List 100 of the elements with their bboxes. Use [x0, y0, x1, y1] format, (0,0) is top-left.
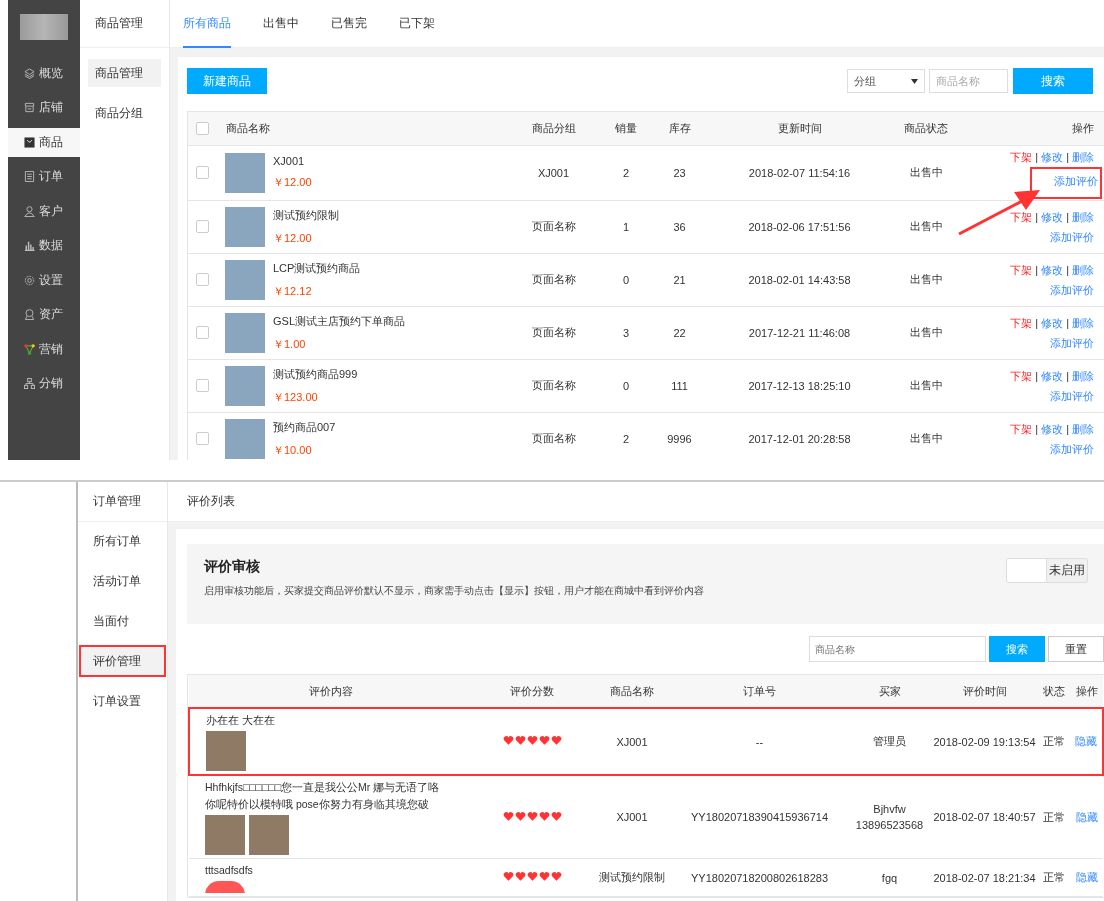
- add-review-link[interactable]: 添加评价: [1050, 389, 1094, 402]
- action-link[interactable]: 修改: [1041, 316, 1064, 329]
- checkbox[interactable]: [195, 220, 209, 234]
- unlist-link[interactable]: 下架: [1010, 316, 1033, 329]
- unlist-link[interactable]: 下架: [1010, 369, 1033, 382]
- heart-icon: [538, 810, 550, 822]
- toggle-switch[interactable]: 未启用: [1006, 558, 1088, 583]
- new-product-button[interactable]: 新建商品: [187, 68, 267, 94]
- gear-icon: [24, 274, 35, 286]
- action-link[interactable]: 修改: [1041, 263, 1064, 276]
- reset-button[interactable]: 重置: [1048, 636, 1104, 662]
- unlist-link[interactable]: 下架: [1010, 210, 1033, 223]
- search-button[interactable]: 搜索: [1013, 68, 1093, 94]
- separator: |: [1035, 210, 1039, 223]
- column-header: 订单号: [743, 684, 776, 697]
- action-link[interactable]: 修改: [1041, 422, 1064, 435]
- add-review-link[interactable]: 添加评价: [1050, 283, 1094, 296]
- action-link[interactable]: 删除: [1072, 316, 1094, 329]
- sidebar-item[interactable]: 概览: [8, 58, 80, 88]
- action-link[interactable]: 修改: [1041, 210, 1064, 223]
- column-header: 买家: [878, 684, 901, 697]
- sidebar-item[interactable]: 订单: [8, 162, 80, 191]
- logo-placeholder: [20, 13, 68, 40]
- subnav-item[interactable]: 评价管理: [81, 647, 164, 675]
- table-cell: 2: [622, 432, 630, 445]
- subnav-item[interactable]: 商品管理: [88, 59, 161, 87]
- separator: |: [1066, 316, 1069, 329]
- buyer-name: Bjhvfw: [873, 803, 906, 815]
- subnav-item[interactable]: 订单设置: [78, 687, 167, 715]
- hierarchy-icon: [24, 378, 35, 389]
- tab[interactable]: 已售完: [331, 0, 367, 48]
- tab[interactable]: 所有商品: [183, 0, 231, 48]
- buyer-name: 管理员: [873, 734, 906, 749]
- subnav-item[interactable]: 商品分组: [88, 99, 161, 127]
- search-button[interactable]: 搜索: [989, 636, 1045, 662]
- group-select[interactable]: 分组: [847, 69, 925, 93]
- table-cell: YY18020718200802618283: [691, 871, 828, 884]
- sidebar-item[interactable]: 分销: [8, 369, 80, 398]
- action-link[interactable]: 删除: [1072, 150, 1094, 163]
- hide-link[interactable]: 隐藏: [1075, 735, 1097, 747]
- search-field[interactable]: 商品名称: [929, 69, 1008, 93]
- action-link[interactable]: 删除: [1072, 263, 1094, 276]
- checkbox[interactable]: [195, 326, 209, 340]
- tab[interactable]: 已下架: [399, 0, 435, 48]
- action-link[interactable]: 删除: [1072, 422, 1094, 435]
- add-review-link[interactable]: 添加评价: [1050, 336, 1094, 349]
- subnav-item[interactable]: 所有订单: [78, 527, 167, 555]
- checkbox[interactable]: [195, 432, 209, 446]
- unlist-link[interactable]: 下架: [1010, 263, 1033, 276]
- separator: |: [1035, 422, 1039, 435]
- table-cell: 2018-02-07 18:40:57: [933, 811, 1036, 823]
- table-cell: XJ001: [616, 735, 648, 748]
- checkbox[interactable]: [195, 273, 209, 287]
- heart-icon: [514, 735, 526, 746]
- add-review-link[interactable]: 添加评价: [1050, 230, 1094, 243]
- heart-icon: [526, 810, 538, 822]
- page-title: 评价列表: [187, 493, 235, 510]
- table-cell: 2018-02-09 19:13:54: [933, 735, 1036, 748]
- table-cell: 2017-12-13 18:25:10: [748, 379, 851, 392]
- sidebar-item[interactable]: 店铺: [8, 93, 80, 122]
- action-link[interactable]: 删除: [1072, 210, 1094, 223]
- action-link[interactable]: 删除: [1072, 369, 1094, 382]
- column-header: 销量: [615, 121, 637, 134]
- hide-link[interactable]: 隐藏: [1075, 871, 1098, 883]
- sidebar-item[interactable]: 营销: [8, 334, 80, 364]
- heart-icon: [550, 735, 562, 746]
- subnav-item[interactable]: 活动订单: [78, 567, 167, 595]
- column-header: 商品状态: [904, 121, 948, 134]
- add-review-link[interactable]: 添加评价: [1050, 442, 1094, 455]
- table-cell: 2: [622, 166, 630, 179]
- section-title: 商品管理: [80, 0, 169, 48]
- subnav-item[interactable]: 当面付: [78, 607, 167, 635]
- add-review-link[interactable]: 添加评价: [1054, 174, 1098, 187]
- unlist-link[interactable]: 下架: [1010, 422, 1033, 435]
- review-text: 办在在 大在在: [206, 713, 276, 728]
- review-text: tttsadfsdfs: [205, 863, 254, 878]
- section-title: 订单管理: [78, 482, 167, 522]
- unlist-link[interactable]: 下架: [1010, 150, 1033, 163]
- table-cell: 正常: [1042, 871, 1065, 883]
- action-link[interactable]: 修改: [1041, 369, 1064, 382]
- action-link[interactable]: 修改: [1041, 150, 1064, 163]
- tab[interactable]: 出售中: [263, 0, 299, 48]
- table-cell: 出售中: [909, 432, 943, 444]
- table-cell: 2018-02-07 11:54:16: [748, 166, 851, 179]
- sidebar-item[interactable]: 数据: [8, 231, 80, 260]
- checkbox[interactable]: [195, 379, 209, 393]
- table-cell: 3: [622, 326, 630, 339]
- checkbox[interactable]: [195, 166, 209, 180]
- table-cell: 正常: [1042, 810, 1065, 823]
- sidebar-item[interactable]: 设置: [8, 265, 80, 295]
- column-header: 更新时间: [777, 121, 822, 134]
- product-name: XJ001: [273, 155, 306, 167]
- sidebar-item[interactable]: 商品: [8, 127, 80, 157]
- sidebar-item[interactable]: 客户: [8, 196, 80, 226]
- sidebar-item[interactable]: 资产: [8, 300, 80, 329]
- search-field[interactable]: 商品名称: [809, 636, 986, 662]
- hide-link[interactable]: 隐藏: [1075, 810, 1098, 823]
- table-cell: 页面名称: [531, 432, 576, 444]
- checkbox[interactable]: [195, 122, 209, 136]
- clipboard-icon: [24, 171, 35, 182]
